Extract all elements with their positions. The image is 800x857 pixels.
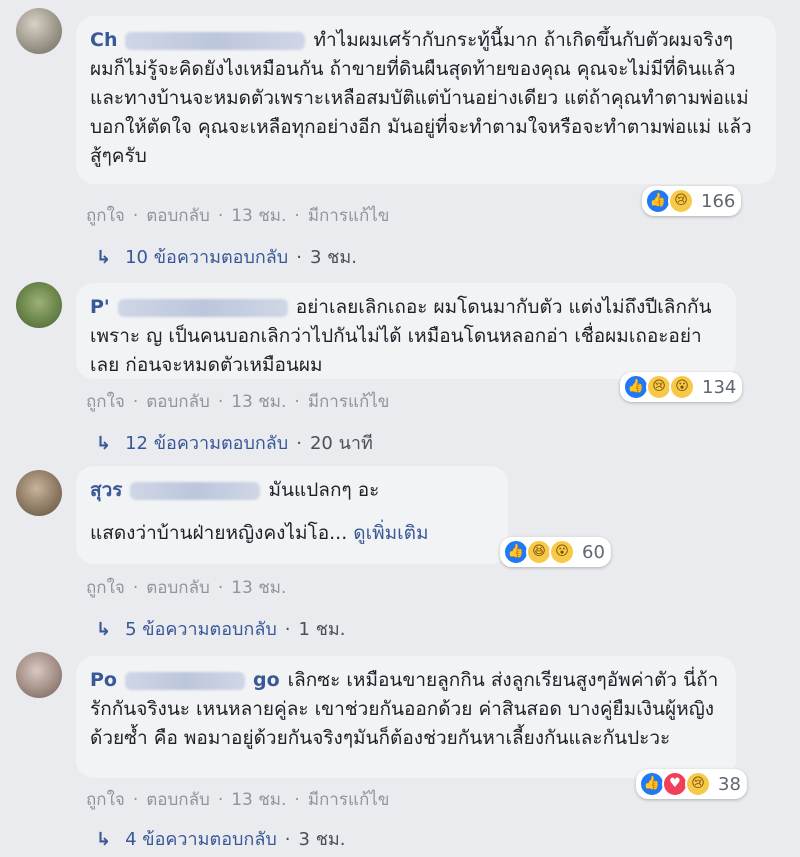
comment-text-line1: มันแปลกๆ อะ [268,479,380,501]
reply-link[interactable]: ตอบกลับ [146,392,210,412]
replies-time: 1 ชม. [298,619,346,640]
reaction-summary[interactable]: 👍 😢 😮 134 [620,372,743,402]
replies-time: 3 ชม. [309,247,357,268]
commenter-name[interactable]: Po [90,669,117,691]
like-link[interactable]: ถูกใจ [86,790,125,810]
reaction-count: 166 [701,190,736,212]
replies-count[interactable]: 10 ข้อความตอบกลับ [125,247,288,268]
reply-link[interactable]: ตอบกลับ [146,206,210,226]
edited-label[interactable]: มีการแก้ไข [308,392,390,412]
reply-link[interactable]: ตอบกลับ [146,578,210,598]
sad-icon: 😢 [685,771,711,797]
timestamp[interactable]: 13 ชม. [231,206,286,226]
view-replies-link[interactable]: ↳ 10 ข้อความตอบกลับ · 3 ชม. [96,242,357,271]
blurred-name [117,298,288,317]
reaction-summary[interactable]: 👍 😆 😮 60 [500,537,611,567]
avatar[interactable] [16,652,62,698]
comment-actions: ถูกใจ · ตอบกลับ · 13 ชม. · มีการแก้ไข [86,790,390,810]
wow-icon: 😮 [549,539,575,565]
replies-count[interactable]: 12 ข้อความตอบกลับ [125,433,288,454]
reply-arrow-icon: ↳ [96,433,112,454]
reply-arrow-icon: ↳ [96,619,112,640]
reply-arrow-icon: ↳ [96,247,112,268]
reaction-count: 38 [718,773,741,795]
see-more-link[interactable]: ดูเพิ่มเติม [353,522,428,544]
like-link[interactable]: ถูกใจ [86,206,125,226]
comment-actions: ถูกใจ · ตอบกลับ · 13 ชม. · มีการแก้ไข [86,392,390,412]
avatar[interactable] [16,8,62,54]
reaction-summary[interactable]: 👍 ♥ 😢 38 [636,769,747,799]
comment-bubble: สุวร มันแปลกๆ อะ แสดงว่าบ้านฝ่ายหญิงคงไม่… [76,466,508,564]
comment-actions: ถูกใจ · ตอบกลับ · 13 ชม. [86,578,287,598]
like-link[interactable]: ถูกใจ [86,392,125,412]
replies-count[interactable]: 5 ข้อความตอบกลับ [125,619,277,640]
view-replies-link[interactable]: ↳ 4 ข้อความตอบกลับ · 3 ชม. [96,824,346,853]
reaction-count: 60 [582,541,605,563]
avatar[interactable] [16,470,62,516]
view-replies-link[interactable]: ↳ 12 ข้อความตอบกลับ · 20 นาที [96,428,373,457]
comment-bubble: P' อย่าเลยเลิกเถอะ ผมโดนมากับตัว แต่งไม่ถ… [76,283,736,379]
replies-count[interactable]: 4 ข้อความตอบกลับ [125,829,277,850]
comment-actions: ถูกใจ · ตอบกลับ · 13 ชม. · มีการแก้ไข [86,206,390,226]
wow-icon: 😮 [669,374,695,400]
timestamp[interactable]: 13 ชม. [231,578,286,598]
replies-time: 3 ชม. [298,829,346,850]
edited-label[interactable]: มีการแก้ไข [308,790,390,810]
commenter-name[interactable]: P' [90,296,110,318]
sad-icon: 😢 [668,188,694,214]
comment-bubble: Po go เลิกซะ เหมือนขายลูกกิน ส่งลูกเรียนสู… [76,656,736,778]
like-link[interactable]: ถูกใจ [86,578,125,598]
timestamp[interactable]: 13 ชม. [231,392,286,412]
commenter-name[interactable]: Ch [90,29,117,51]
replies-time: 20 นาที [309,433,373,454]
reply-arrow-icon: ↳ [96,829,112,850]
commenter-name-suffix[interactable]: go [253,669,280,691]
comment-text-line2: แสดงว่าบ้านฝ่ายหญิงคงไม่โอ... [90,522,348,544]
reaction-summary[interactable]: 👍 😢 166 [642,186,742,216]
comment-bubble: Ch ทำไมผมเศร้ากับกระทู้นี้มาก ถ้าเกิดขึ้น… [76,16,776,184]
edited-label[interactable]: มีการแก้ไข [308,206,390,226]
blurred-name [124,671,245,690]
comment-text: ทำไมผมเศร้ากับกระทู้นี้มาก ถ้าเกิดขึ้นกั… [90,29,752,167]
reply-link[interactable]: ตอบกลับ [146,790,210,810]
blurred-name [125,31,306,50]
view-replies-link[interactable]: ↳ 5 ข้อความตอบกลับ · 1 ชม. [96,614,346,643]
blurred-name [130,481,261,500]
reaction-count: 134 [702,376,737,398]
timestamp[interactable]: 13 ชม. [231,790,286,810]
commenter-name[interactable]: สุวร [90,479,122,501]
avatar[interactable] [16,282,62,328]
